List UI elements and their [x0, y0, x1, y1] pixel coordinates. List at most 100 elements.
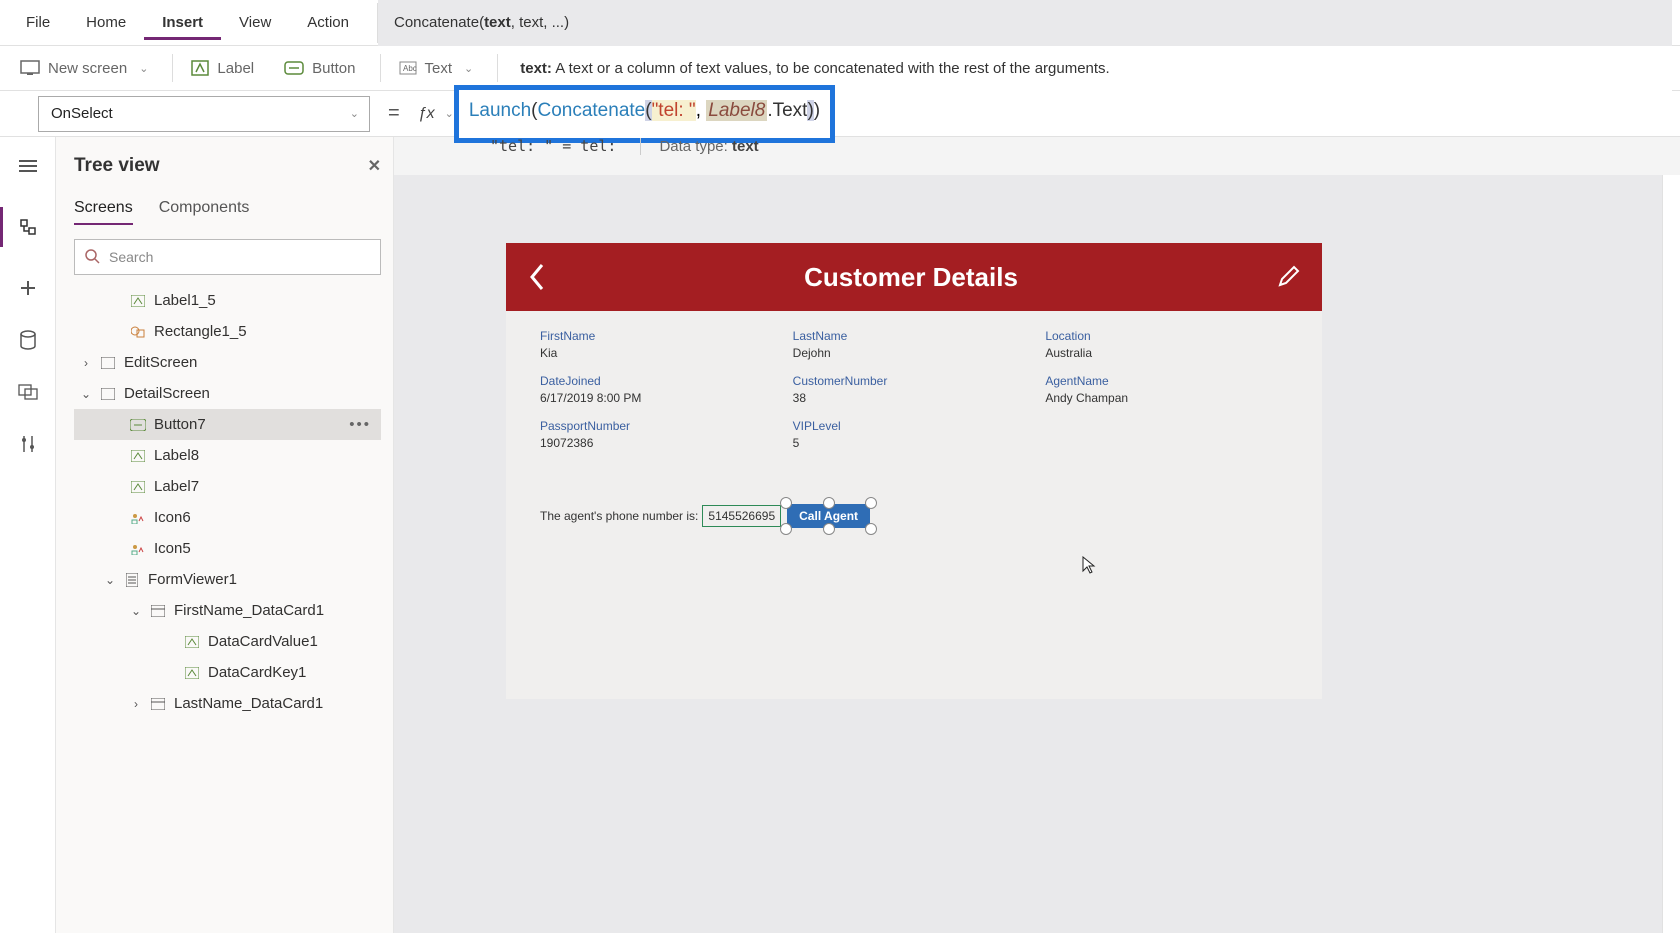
canvas[interactable]: Customer Details FirstNameKia LastNameDe…	[394, 175, 1680, 933]
media-rail-icon[interactable]	[17, 381, 39, 403]
tree-item-datacardvalue1[interactable]: DataCardValue1	[74, 626, 381, 657]
resize-handle[interactable]	[780, 497, 792, 509]
separator	[172, 54, 173, 82]
tab-screens[interactable]: Screens	[74, 199, 133, 225]
chevron-down-icon: ⌄	[350, 107, 359, 120]
collapse-icon[interactable]: ⌄	[104, 573, 116, 587]
advanced-rail-icon[interactable]	[17, 433, 39, 455]
datacard-icon	[150, 603, 166, 619]
screen-icon	[100, 386, 116, 402]
label-icon	[184, 665, 200, 681]
collapse-icon[interactable]: ⌄	[130, 604, 142, 618]
property-selector[interactable]: OnSelect ⌄	[38, 96, 370, 132]
call-agent-button[interactable]: Call Agent	[787, 504, 870, 528]
tree-view-rail[interactable]	[0, 207, 56, 247]
right-panel-collapsed[interactable]	[1662, 175, 1680, 933]
agent-label: The agent's phone number is:	[540, 509, 698, 523]
resize-handle[interactable]	[865, 497, 877, 509]
left-rail	[0, 137, 56, 933]
field-datejoined: DateJoined6/17/2019 8:00 PM	[540, 374, 783, 405]
expand-icon[interactable]: ›	[80, 356, 92, 370]
text-icon: Abc	[399, 61, 417, 75]
search-icon	[85, 249, 101, 265]
fx-icon: ƒx	[418, 105, 435, 123]
separator	[497, 54, 498, 82]
tree-item-icon5[interactable]: Icon5	[74, 533, 381, 564]
tab-components[interactable]: Components	[159, 199, 250, 225]
menu-insert[interactable]: Insert	[144, 6, 221, 40]
cursor-icon	[1082, 556, 1096, 574]
app-title: Customer Details	[804, 262, 1018, 293]
app-header: Customer Details	[506, 243, 1322, 311]
tree-item-label1-5[interactable]: Label1_5	[74, 285, 381, 316]
tree-panel: Tree view ✕ Screens Components Search La…	[56, 137, 394, 933]
ribbon: New screen⌄ Label Button Abc Text⌄ text:…	[0, 46, 1680, 91]
tree-item-editscreen[interactable]: › EditScreen	[74, 347, 381, 378]
insert-rail-icon[interactable]	[17, 277, 39, 299]
tree-item-firstname-card[interactable]: ⌄ FirstName_DataCard1	[74, 595, 381, 626]
hamburger-icon[interactable]	[17, 155, 39, 177]
tree-item-lastname-card[interactable]: › LastName_DataCard1	[74, 688, 381, 719]
chevron-down-icon: ⌄	[139, 62, 148, 75]
collapse-icon[interactable]: ⌄	[80, 387, 92, 401]
menu-action[interactable]: Action	[289, 6, 367, 39]
button-icon	[284, 61, 304, 75]
form-icon	[124, 572, 140, 588]
resize-handle[interactable]	[865, 523, 877, 535]
phone-label[interactable]: 5145526695	[702, 505, 781, 527]
app-screen: Customer Details FirstNameKia LastNameDe…	[506, 243, 1322, 699]
search-input[interactable]: Search	[74, 239, 381, 275]
text-button[interactable]: Abc Text⌄	[387, 54, 486, 83]
field-firstname: FirstNameKia	[540, 329, 783, 360]
icon-icon	[130, 510, 146, 526]
formula-input[interactable]: Launch(Concatenate("tel: ", Label8.Text)…	[454, 85, 835, 143]
formula-hint: Concatenate(text, text, ...)	[378, 0, 1672, 46]
menu-home[interactable]: Home	[68, 6, 144, 39]
tree-tabs: Screens Components	[74, 199, 381, 225]
tree-item-rectangle1-5[interactable]: Rectangle1_5	[74, 316, 381, 347]
field-location: LocationAustralia	[1045, 329, 1288, 360]
icon-icon	[130, 541, 146, 557]
tree-item-label8[interactable]: Label8	[74, 440, 381, 471]
svg-text:Abc: Abc	[403, 64, 417, 73]
field-passport: PassportNumber19072386	[540, 419, 783, 450]
shape-icon	[130, 324, 146, 340]
menu-bar: File Home Insert View Action Concatenate…	[0, 0, 1680, 46]
new-screen-button[interactable]: New screen⌄	[8, 54, 160, 83]
button-icon	[130, 417, 146, 433]
tree-item-detailscreen[interactable]: ⌄ DetailScreen	[74, 378, 381, 409]
screen-icon	[20, 60, 40, 76]
label-icon	[184, 634, 200, 650]
agent-row: The agent's phone number is: 5145526695 …	[506, 468, 1322, 528]
tree-item-datacardkey1[interactable]: DataCardKey1	[74, 657, 381, 688]
label-icon	[191, 60, 209, 76]
close-icon[interactable]: ✕	[368, 156, 381, 176]
back-icon[interactable]	[528, 263, 546, 291]
edit-icon[interactable]	[1276, 265, 1300, 289]
more-icon[interactable]: •••	[349, 416, 371, 433]
tree-title: Tree view ✕	[74, 155, 381, 177]
formula-result: "tel: " = tel: Data type: text	[490, 137, 759, 155]
tree-item-icon6[interactable]: Icon6	[74, 502, 381, 533]
tree-list: Label1_5 Rectangle1_5 › EditScreen ⌄ Det…	[74, 285, 381, 925]
field-agentname: AgentNameAndy Champan	[1045, 374, 1288, 405]
menu-view[interactable]: View	[221, 6, 289, 39]
equals-sign: =	[388, 102, 400, 125]
menu-file[interactable]: File	[8, 6, 68, 39]
expand-icon[interactable]: ›	[130, 697, 142, 711]
separator	[380, 54, 381, 82]
resize-handle[interactable]	[780, 523, 792, 535]
tree-item-label7[interactable]: Label7	[74, 471, 381, 502]
field-lastname: LastNameDejohn	[793, 329, 1036, 360]
resize-handle[interactable]	[823, 523, 835, 535]
label-button[interactable]: Label	[179, 54, 266, 83]
datacard-icon	[150, 696, 166, 712]
resize-handle[interactable]	[823, 497, 835, 509]
button-insert[interactable]: Button	[272, 54, 367, 83]
tree-item-formviewer1[interactable]: ⌄ FormViewer1	[74, 564, 381, 595]
tree-item-button7[interactable]: Button7 •••	[74, 409, 381, 440]
label-icon	[130, 293, 146, 309]
data-rail-icon[interactable]	[17, 329, 39, 351]
form-grid: FirstNameKia LastNameDejohn LocationAust…	[506, 311, 1322, 468]
chevron-down-icon: ⌄	[464, 62, 473, 75]
